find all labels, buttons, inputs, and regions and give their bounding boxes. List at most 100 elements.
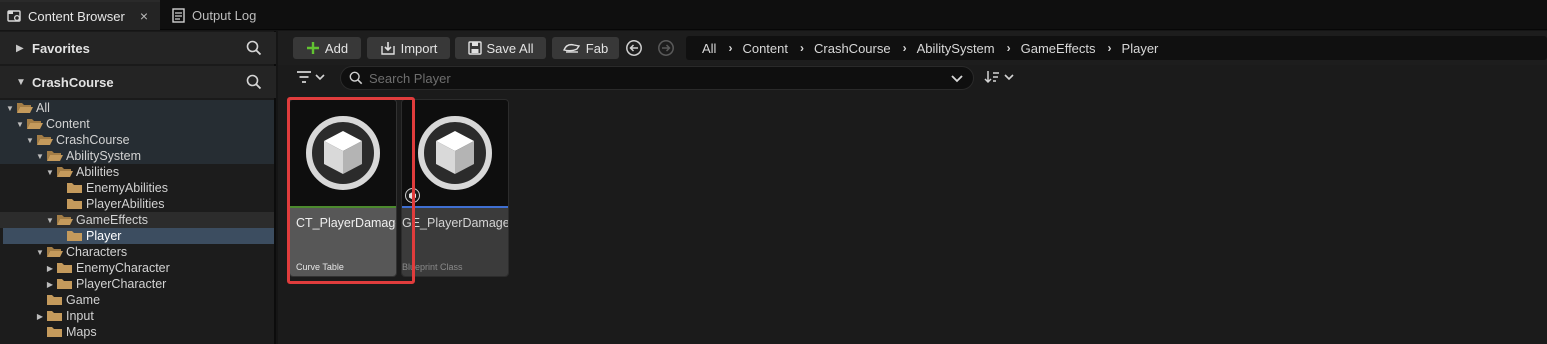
asset-tile[interactable]: CT_PlayerDamage Curve Table: [289, 99, 397, 277]
import-icon: [380, 41, 396, 55]
chevron-right-icon[interactable]: ▶: [44, 264, 56, 273]
back-icon[interactable]: [625, 39, 643, 57]
tree-item[interactable]: ▼ All: [0, 100, 274, 116]
folder-tree: ▼ All ▼ Content ▼ CrashCourse ▼ AbilitySystem ▼ A…: [0, 100, 274, 344]
chevron-down-icon[interactable]: ▼: [44, 216, 56, 225]
save-all-label: Save All: [486, 40, 534, 56]
chevron-right-icon[interactable]: ›: [728, 41, 732, 55]
chevron-right-icon[interactable]: ▶: [34, 312, 46, 321]
favorites-header[interactable]: ▶ Favorites: [0, 32, 276, 64]
asset-info: GE_PlayerDamage Blueprint Class: [402, 208, 508, 276]
tree-item[interactable]: ▼ CrashCourse: [0, 132, 274, 148]
save-all-button[interactable]: Save All: [455, 37, 546, 59]
tree-item[interactable]: ▼ Characters: [0, 244, 274, 260]
chevron-down-icon[interactable]: ▼: [24, 136, 36, 145]
search-box[interactable]: [340, 66, 974, 90]
folder-icon: [46, 310, 64, 322]
tab-output-log[interactable]: Output Log: [162, 0, 272, 30]
close-tab-icon[interactable]: ×: [140, 8, 148, 24]
chevron-right-icon[interactable]: ›: [1007, 41, 1011, 55]
asset-type: Blueprint Class: [402, 262, 463, 272]
breadcrumb-item[interactable]: Player: [1122, 41, 1159, 56]
plus-icon: [306, 41, 320, 55]
breadcrumb-item[interactable]: GameEffects: [1021, 41, 1096, 56]
chevron-down-icon[interactable]: [951, 71, 963, 88]
tab-content-browser[interactable]: Content Browser ×: [0, 0, 160, 30]
asset-thumbnail: [290, 100, 396, 206]
tree-item[interactable]: ▶ Input: [0, 308, 274, 324]
blueprint-badge-icon: [405, 188, 420, 203]
fab-button[interactable]: Fab: [552, 37, 619, 59]
breadcrumb-item[interactable]: Content: [742, 41, 788, 56]
folder-icon: [66, 182, 84, 194]
folder-icon: [46, 246, 64, 258]
chevron-down-icon[interactable]: ▼: [14, 120, 26, 129]
filter-icon: [296, 70, 326, 87]
chevron-down-icon[interactable]: ▼: [4, 104, 16, 113]
static-mesh-icon: [306, 116, 380, 190]
import-label: Import: [400, 40, 438, 56]
toolbar: Add Import Save All Fab All › Content › …: [278, 31, 1547, 65]
output-log-icon: [170, 7, 186, 23]
forward-icon[interactable]: [657, 39, 675, 57]
project-label: CrashCourse: [32, 74, 114, 90]
tree-item[interactable]: ▼ Content: [0, 116, 274, 132]
sort-button[interactable]: [984, 69, 1018, 87]
tree-item-label: GameEffects: [76, 213, 149, 227]
folder-icon: [16, 102, 34, 114]
search-icon[interactable]: [246, 40, 262, 59]
tree-item-label: Content: [46, 117, 90, 131]
search-input[interactable]: [369, 70, 929, 86]
tree-item[interactable]: ▶ PlayerCharacter: [0, 276, 274, 292]
import-button[interactable]: Import: [367, 37, 450, 59]
add-button[interactable]: Add: [293, 37, 361, 59]
search-row: [278, 65, 1547, 91]
sources-panel: ▶ Favorites ▼ CrashCourse ▼ All ▼ Content ▼ C…: [0, 31, 276, 344]
folder-icon: [56, 166, 74, 178]
sort-icon: [984, 69, 1016, 88]
tree-item[interactable]: ▶ EnemyCharacter: [0, 260, 274, 276]
asset-name: CT_PlayerDamage: [296, 216, 397, 230]
breadcrumb: All › Content › CrashCourse › AbilitySys…: [686, 36, 1547, 60]
chevron-right-icon[interactable]: ›: [903, 41, 907, 55]
tree-item[interactable]: Maps: [0, 324, 274, 340]
folder-icon: [26, 118, 44, 130]
add-label: Add: [324, 40, 349, 56]
breadcrumb-item[interactable]: All: [702, 41, 716, 56]
asset-tile[interactable]: GE_PlayerDamage Blueprint Class: [401, 99, 509, 277]
chevron-down-icon[interactable]: ▼: [34, 152, 46, 161]
project-header[interactable]: ▼ CrashCourse: [0, 66, 276, 98]
tab-bar: Content Browser × Output Log: [0, 0, 1547, 30]
folder-icon: [56, 278, 74, 290]
folder-icon: [36, 134, 54, 146]
chevron-right-icon[interactable]: ›: [800, 41, 804, 55]
tree-item[interactable]: PlayerAbilities: [0, 196, 274, 212]
tree-item-label: CrashCourse: [56, 133, 130, 147]
chevron-down-icon[interactable]: ▼: [44, 168, 56, 177]
fab-label: Fab: [585, 40, 609, 56]
folder-icon: [56, 214, 74, 226]
tree-item[interactable]: EnemyAbilities: [0, 180, 274, 196]
tree-item[interactable]: ▼ GameEffects: [0, 212, 274, 228]
asset-name: GE_PlayerDamage: [402, 216, 509, 230]
folder-icon: [66, 198, 84, 210]
search-icon[interactable]: [246, 74, 262, 93]
tree-item[interactable]: Game: [0, 292, 274, 308]
breadcrumb-item[interactable]: CrashCourse: [814, 41, 891, 56]
chevron-right-icon[interactable]: ›: [1108, 41, 1112, 55]
tree-item-label: Player: [86, 229, 122, 243]
tree-item[interactable]: ▼ AbilitySystem: [0, 148, 274, 164]
tree-item[interactable]: Player: [3, 228, 274, 244]
tree-item-label: AbilitySystem: [66, 149, 142, 163]
filter-button[interactable]: [296, 69, 330, 87]
tab-label: Content Browser: [28, 8, 125, 24]
chevron-right-icon[interactable]: ▶: [44, 280, 56, 289]
tree-item-label: Game: [66, 293, 101, 307]
chevron-down-icon: ▼: [16, 76, 26, 88]
tree-item[interactable]: ▼ Abilities: [0, 164, 274, 180]
breadcrumb-item[interactable]: AbilitySystem: [917, 41, 995, 56]
asset-type: Curve Table: [296, 262, 344, 272]
save-icon: [467, 41, 482, 55]
chevron-down-icon[interactable]: ▼: [34, 248, 46, 257]
search-icon: [349, 71, 363, 85]
